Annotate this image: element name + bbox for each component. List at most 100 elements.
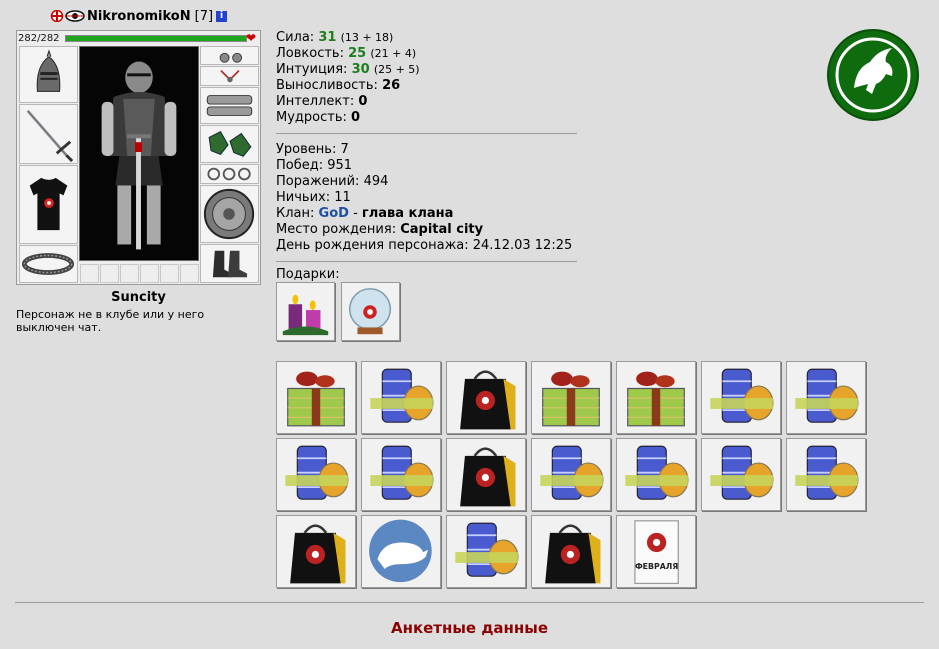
rat-emblem-gift[interactable] <box>361 515 441 588</box>
gift-box-icon <box>542 371 600 427</box>
clan-separator: - <box>348 206 362 221</box>
stat-wisdom: Мудрость: 0 <box>276 110 586 126</box>
info-draws: Ничьих: 11 <box>276 190 351 205</box>
bracers-icon <box>206 95 253 116</box>
birthplace-label: Место рождения: <box>276 222 397 237</box>
candles-icon <box>282 294 329 336</box>
empty-slot[interactable] <box>120 264 139 283</box>
info-icon[interactable]: i <box>216 10 228 22</box>
gift-bag-gift[interactable] <box>276 515 356 588</box>
empty-slot[interactable] <box>140 264 159 283</box>
info-losses: Поражений: 494 <box>276 174 389 189</box>
info-wins: Побед: 951 <box>276 158 353 173</box>
scroll-coins-icon <box>795 445 859 500</box>
rings-slot[interactable] <box>200 164 259 184</box>
scroll-coins-gift[interactable] <box>786 438 866 511</box>
scroll-coins-icon <box>710 368 774 423</box>
gloves-slot[interactable] <box>200 125 259 163</box>
scroll-coins-gift[interactable] <box>446 515 526 588</box>
clan-role: глава клана <box>361 206 454 221</box>
hp-bar: 282/282 ❤ <box>18 32 260 45</box>
scroll-coins-gift[interactable] <box>701 438 781 511</box>
flag-icon <box>50 10 64 22</box>
helmet-slot[interactable] <box>19 46 78 103</box>
scroll-coins-gift[interactable] <box>616 438 696 511</box>
scroll-coins-icon <box>625 445 689 500</box>
stat-label: Мудрость: <box>276 110 347 125</box>
divider <box>276 261 577 262</box>
scroll-coins-gift[interactable] <box>361 438 441 511</box>
shield-slot[interactable] <box>200 185 259 243</box>
scroll-coins-gift[interactable] <box>276 438 356 511</box>
sword-icon <box>26 109 74 163</box>
stat-label: Интеллект: <box>276 94 355 109</box>
armor-slot[interactable] <box>19 165 78 244</box>
nickname[interactable]: NikronomikoN <box>87 9 191 24</box>
stat-detail: (25 + 5) <box>373 63 420 76</box>
gift-bag-gift[interactable] <box>446 361 526 434</box>
clan-link[interactable]: GoD <box>319 206 349 221</box>
candles-gift[interactable] <box>276 282 335 341</box>
clan-label: Клан: <box>276 206 315 221</box>
february-card-gift[interactable]: ФЕВРАЛЯ <box>616 515 696 588</box>
scroll-coins-gift[interactable] <box>701 361 781 434</box>
gift-box-icon <box>627 371 685 427</box>
empty-slot[interactable] <box>160 264 179 283</box>
snow-globe-icon <box>349 288 392 335</box>
stat-value: 26 <box>382 78 401 93</box>
empty-slot[interactable] <box>80 264 99 283</box>
earring-slot[interactable] <box>200 46 259 65</box>
weapon-slot[interactable] <box>19 104 78 164</box>
amulet-icon <box>220 69 240 83</box>
boots-slot[interactable] <box>200 244 259 283</box>
shield-icon <box>203 188 255 240</box>
hp-text: 282/282 <box>18 33 60 44</box>
profile-data-link[interactable]: Анкетные данные <box>0 619 939 637</box>
gift-box-gift[interactable] <box>531 361 611 434</box>
gift-box-gift[interactable] <box>276 361 356 434</box>
scroll-coins-gift[interactable] <box>361 361 441 434</box>
boots-icon <box>212 250 248 278</box>
stats-block: Сила: 31 (13 + 18) Ловкость: 25 (21 + 4)… <box>276 30 586 270</box>
character-header: NikronomikoN [7] i <box>50 7 228 25</box>
gift-box-gift[interactable] <box>616 361 696 434</box>
character-level: [7] <box>194 8 214 24</box>
scroll-coins-icon <box>370 368 434 423</box>
stat-agility: Ловкость: 25 (21 + 4) <box>276 46 586 62</box>
stat-label: Выносливость: <box>276 78 378 93</box>
earrings-icon <box>219 52 243 63</box>
belt-icon <box>21 253 75 275</box>
helmet-icon <box>36 49 61 92</box>
status-text: Персонаж не в клубе или у него выключен … <box>16 308 205 334</box>
stat-value: 30 <box>351 62 370 77</box>
gift-bag-icon <box>290 524 346 584</box>
scroll-coins-gift[interactable] <box>531 438 611 511</box>
scroll-coins-icon <box>795 368 859 423</box>
scroll-coins-gift[interactable] <box>786 361 866 434</box>
gift-bag-icon <box>545 524 601 584</box>
rat-emblem-icon <box>369 519 432 583</box>
scroll-coins-icon <box>540 445 604 500</box>
stat-value: 31 <box>318 30 337 45</box>
stat-endurance: Выносливость: 26 <box>276 78 586 94</box>
stat-value: 25 <box>348 46 367 61</box>
empty-slot[interactable] <box>100 264 119 283</box>
character-portrait <box>79 46 199 261</box>
stat-value: 0 <box>358 94 368 109</box>
gift-bag-gift[interactable] <box>531 515 611 588</box>
gift-bag-gift[interactable] <box>446 438 526 511</box>
stat-value: 0 <box>351 110 361 125</box>
belt-slot[interactable] <box>19 245 78 283</box>
amulet-slot[interactable] <box>200 66 259 86</box>
clan-emblem-icon[interactable] <box>65 10 85 22</box>
divider <box>276 133 577 134</box>
gifts-label: Подарки: <box>276 267 340 282</box>
february-card-icon: ФЕВРАЛЯ <box>634 520 679 584</box>
empty-slot[interactable] <box>180 264 199 283</box>
stat-detail: (21 + 4) <box>370 47 417 60</box>
scroll-coins-icon <box>455 522 519 577</box>
bracers-slot[interactable] <box>200 87 259 124</box>
stat-intuition: Интуиция: 30 (25 + 5) <box>276 62 586 78</box>
stat-strength: Сила: 31 (13 + 18) <box>276 30 586 46</box>
snow-globe-gift[interactable] <box>341 282 400 341</box>
